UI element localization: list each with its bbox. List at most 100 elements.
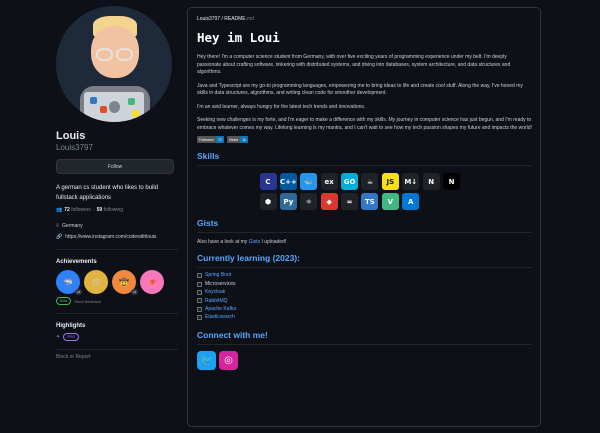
redis-icon[interactable]: ◆ [320, 193, 338, 211]
block-report-link[interactable]: Block or Report [56, 354, 178, 360]
follow-button[interactable]: Follow [56, 159, 174, 174]
badge-glyph: 🙃 [91, 277, 101, 287]
divider [197, 165, 532, 166]
cpp-icon[interactable]: C++ [279, 173, 297, 190]
avatar-glasses-left [96, 48, 113, 61]
typescript-icon[interactable]: TS [361, 193, 379, 211]
list-item: Keycloak [197, 288, 532, 296]
location-row: ⌾ Germany [56, 223, 178, 230]
profile-bio: A german cs student who likes to build f… [56, 185, 159, 201]
go-icon[interactable]: GO [341, 173, 359, 190]
c-icon[interactable]: C [259, 173, 277, 190]
divider [197, 232, 532, 234]
badge-count: x3 [130, 289, 138, 295]
shield-label: Followers [197, 136, 216, 143]
readme-paragraph: Seeking new challenges is my forte, and … [197, 117, 532, 131]
docker-icon[interactable]: 🐳 [300, 173, 318, 190]
gists-tail: I uploaded! [260, 239, 287, 246]
learning-link[interactable]: Apache Kafka [205, 305, 236, 313]
social-links: 🐦 ◎ [197, 350, 532, 370]
python-icon[interactable]: Py [279, 193, 297, 211]
followers-count: 72 [64, 207, 70, 213]
breadcrumb-file[interactable]: README [224, 16, 245, 22]
gists-text: Also have a look at my Gists I uploaded! [197, 239, 532, 245]
checkbox-icon [197, 281, 202, 287]
readme-paragraph: Java and Typescript are my go-to program… [197, 82, 523, 97]
react-icon[interactable]: ⚛ [300, 193, 318, 211]
yolo-icon[interactable]: 🙃 [84, 270, 108, 294]
skills-grid: C C++ 🐳 ex GO ☕ JS M↓ N N ⬢ Py ⚛ ◆ ≈ TS V A [259, 173, 470, 211]
breadcrumb-user[interactable]: Louis3797 [197, 16, 220, 22]
javascript-icon[interactable]: JS [381, 173, 399, 190]
express-icon[interactable]: ex [320, 173, 338, 190]
badge-glyph: 🤠 [119, 277, 129, 287]
gists-link[interactable]: Gists [249, 239, 260, 245]
skills-heading: Skills [197, 151, 220, 161]
list-item: RabbitMQ [197, 297, 532, 305]
quickdraw-icon[interactable]: 🤠 x3 [112, 270, 138, 295]
twitter-icon[interactable]: 🐦 [197, 350, 216, 370]
tailwind-icon[interactable]: ≈ [341, 193, 359, 211]
learning-link[interactable]: RabbitMQ [205, 297, 228, 305]
avatar-glasses-right [116, 48, 133, 61]
achievements-title[interactable]: Achievements [56, 259, 178, 265]
pull-shark-icon[interactable]: 🦈 x3 [56, 270, 82, 295]
learning-link[interactable]: Elasticsearch [205, 313, 235, 321]
profile-name: Louis [56, 130, 86, 142]
divider [56, 349, 178, 350]
pair-extraordinaire-icon[interactable]: 🐙 [140, 270, 164, 294]
markdown-icon[interactable]: M↓ [402, 173, 420, 190]
learning-list: Spring Boot Microservices Keycloak RabbitMQ… [197, 271, 532, 321]
checkbox-icon [197, 306, 202, 312]
views-shield[interactable]: Views 1k [226, 136, 248, 143]
sticker-icon [132, 110, 139, 117]
gists-lead: Also have a look at my [197, 239, 249, 246]
link-row[interactable]: 🔗 https://www.instagram.com/codewithloui… [56, 234, 178, 241]
divider [197, 267, 532, 269]
list-item: Spring Boot [197, 271, 532, 279]
badge-glyph: 🐙 [147, 277, 157, 287]
beta-badge: Beta [56, 297, 72, 305]
sticker-icon [100, 106, 107, 113]
followers-link[interactable]: 72 followers [64, 207, 91, 213]
checkbox-icon [197, 289, 202, 295]
send-feedback-link[interactable]: Send feedback [74, 299, 101, 304]
vue-icon[interactable]: V [381, 193, 399, 211]
star-icon: ✦ [56, 334, 61, 340]
learning-link[interactable]: Spring Boot [205, 271, 231, 279]
followers-shield[interactable]: Followers 72 [197, 136, 224, 143]
shield-value: 72 [215, 136, 224, 143]
learning-label: Microservices [205, 280, 236, 287]
nextjs-icon[interactable]: N [443, 173, 461, 190]
divider [197, 343, 532, 345]
pro-badge: PRO [63, 333, 79, 341]
readme-paragraph: I'm an avid learner, always hungry for t… [197, 103, 366, 110]
sticker-icon [90, 97, 97, 104]
azure-icon[interactable]: A [402, 193, 420, 211]
sticker-icon [128, 98, 135, 105]
list-item: Elasticsearch [197, 313, 532, 321]
readme-heading: Hey im Loui [197, 30, 280, 45]
badge-glyph: 🦈 [63, 277, 73, 287]
location-pin-icon: ⌾ [56, 223, 60, 229]
learning-link[interactable]: Keycloak [205, 288, 225, 296]
breadcrumb-ext: .md [245, 16, 254, 22]
following-count: 59 [96, 207, 103, 213]
profile-link[interactable]: https://www.instagram.com/codewithlouis [65, 234, 156, 241]
neovim-icon[interactable]: N [422, 173, 440, 190]
java-icon[interactable]: ☕ [361, 173, 379, 190]
profile-sidebar: Louis Louis3797 Follow A german cs stude… [56, 6, 178, 360]
avatar[interactable] [56, 6, 172, 122]
readme-paragraph: Hey there! I'm a computer science studen… [197, 54, 511, 75]
link-icon: 🔗 [56, 234, 63, 240]
nodejs-icon[interactable]: ⬢ [259, 193, 277, 211]
shield-label: Views [226, 136, 241, 143]
instagram-icon[interactable]: ◎ [219, 350, 238, 370]
connect-heading: Connect with me! [197, 329, 268, 340]
achievement-badges: 🦈 x3 🙃 🤠 x3 🐙 [56, 270, 178, 295]
gists-heading: Gists [197, 218, 219, 229]
checkbox-icon [197, 273, 202, 279]
following-link[interactable]: 59 following [97, 207, 123, 213]
badge-count: x3 [74, 289, 82, 295]
list-item: Apache Kafka [197, 305, 532, 313]
